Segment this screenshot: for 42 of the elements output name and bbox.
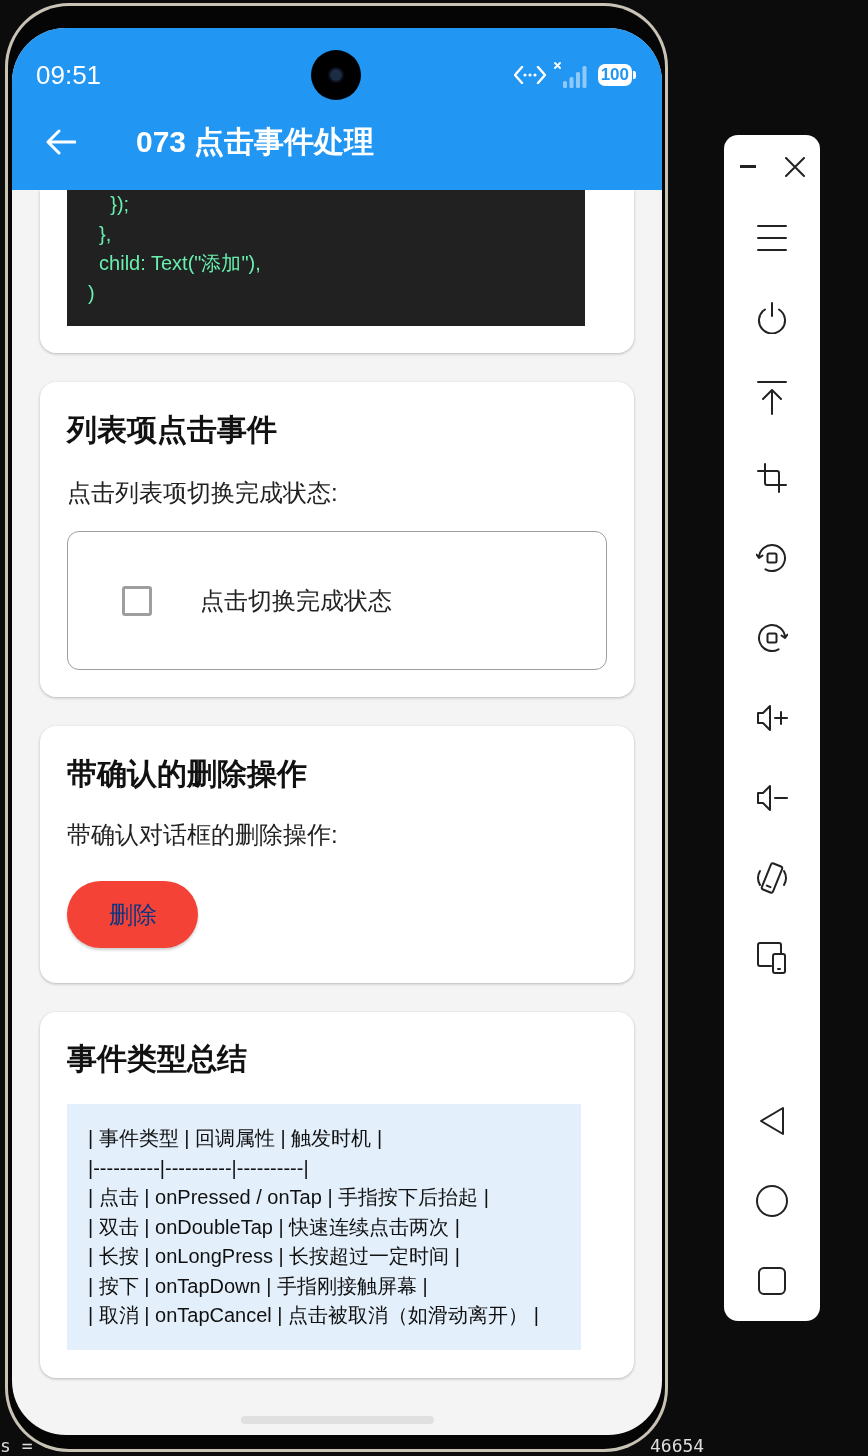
card-description: 带确认对话框的删除操作: [67, 821, 338, 849]
volume-down-icon[interactable] [756, 784, 788, 812]
battery-indicator: 100 [597, 64, 636, 86]
card-title: 列表项点击事件 [67, 412, 277, 448]
rotate-phone-icon[interactable] [756, 860, 788, 896]
summary-line: | 取消 | onTapCancel | 点击被取消（如滑动离开） | [88, 1303, 539, 1328]
card-title: 带确认的删除操作 [67, 756, 307, 792]
arrow-up-to-line-icon[interactable] [757, 381, 787, 415]
power-icon[interactable] [757, 302, 787, 334]
close-icon[interactable] [785, 156, 805, 177]
code-line: ) [88, 280, 95, 306]
checkbox[interactable] [122, 585, 152, 616]
code-line: child: Text("添加"), [98, 251, 261, 276]
summary-line: | 事件类型 | 回调属性 | 触发时机 | [88, 1126, 383, 1151]
status-time: 09:51 [36, 60, 102, 90]
rotate-right-icon[interactable] [756, 622, 788, 654]
card-title: 事件类型总结 [67, 1041, 247, 1077]
code-line: }); [109, 192, 130, 217]
terminal-text: 46654 [650, 1437, 705, 1455]
triangle-left-icon[interactable] [759, 1106, 785, 1136]
summary-line: | 双击 | onDoubleTap | 快速连续点击两次 | [88, 1214, 460, 1240]
terminal-text: s = [0, 1437, 33, 1455]
camera-icon [311, 50, 361, 100]
summary-line: | 按下 | onTapDown | 手指刚接触屏幕 | [88, 1273, 428, 1299]
app-title: 073 点击事件处理 [136, 124, 375, 160]
circle-icon[interactable] [756, 1185, 788, 1217]
signal-icon [553, 62, 590, 88]
arrow-left-icon [46, 129, 76, 155]
summary-line: | 长按 | onLongPress | 长按超过一定时间 | [88, 1244, 460, 1269]
code-line: }, [98, 221, 112, 247]
square-icon[interactable] [758, 1267, 786, 1295]
back-button[interactable] [46, 129, 76, 155]
data-transfer-icon [513, 66, 546, 84]
rotate-left-icon[interactable] [756, 542, 788, 574]
card-description: 点击列表项切换完成状态: [67, 479, 338, 507]
summary-line: |----------|----------|----------| [88, 1155, 309, 1181]
summary-line: | 点击 | onPressed / onTap | 手指按下后抬起 | [88, 1185, 489, 1210]
menu-icon[interactable] [757, 225, 787, 251]
devices-icon[interactable] [757, 942, 787, 974]
list-tile[interactable]: 点击切换完成状态 [67, 531, 607, 670]
crop-icon[interactable] [757, 463, 787, 493]
volume-up-icon[interactable] [756, 704, 788, 732]
